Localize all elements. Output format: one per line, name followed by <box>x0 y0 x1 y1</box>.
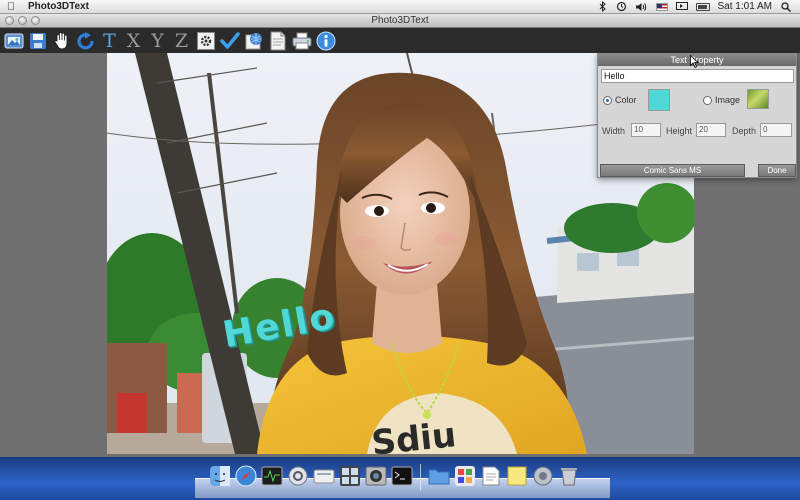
bluetooth-icon[interactable] <box>598 1 608 13</box>
printer-icon <box>292 32 311 49</box>
settings-button[interactable] <box>194 30 217 52</box>
battery-icon[interactable] <box>695 2 710 11</box>
app-store-icon[interactable] <box>453 464 477 488</box>
axis-z-button[interactable]: Z <box>170 30 193 52</box>
document-icon <box>270 31 285 50</box>
done-button[interactable]: Done <box>758 164 796 177</box>
input-source-flag-icon[interactable] <box>655 2 668 11</box>
color-radio-label: Color <box>615 95 637 105</box>
volume-icon[interactable] <box>635 1 648 13</box>
axis-x-button[interactable]: X <box>122 30 145 52</box>
activity-monitor-icon[interactable] <box>260 464 284 488</box>
image-radio-label: Image <box>715 95 741 105</box>
height-label: Height <box>666 126 693 136</box>
text-property-panel: Text Property Hello Color Image Width 10… <box>597 53 797 178</box>
dimensions-row: Width 10 Height 20 Depth 0 <box>602 123 794 137</box>
toolbar: T X Y Z <box>0 28 800 53</box>
color-radio[interactable] <box>603 96 612 105</box>
rotate-arrow-icon <box>76 31 94 49</box>
document-button[interactable] <box>266 30 289 52</box>
pan-tool-button[interactable] <box>50 30 73 52</box>
open-photo-icon <box>4 33 23 48</box>
photo-icon[interactable] <box>364 464 388 488</box>
mouse-cursor-icon <box>690 55 699 68</box>
depth-label: Depth <box>732 126 757 136</box>
stickies-icon[interactable] <box>505 464 529 488</box>
axis-y-button[interactable]: Y <box>146 30 169 52</box>
trash-icon[interactable] <box>557 464 581 488</box>
system-icon[interactable] <box>531 464 555 488</box>
open-photo-button[interactable] <box>2 30 25 52</box>
window-title: Photo3DText <box>371 15 429 26</box>
app-menu[interactable]: Photo3DText <box>22 1 95 12</box>
depth-field[interactable]: 0 <box>760 123 792 137</box>
exposé-icon[interactable] <box>338 464 362 488</box>
documents-folder-icon[interactable] <box>427 464 451 488</box>
width-label: Width <box>602 126 626 136</box>
window-title-bar[interactable]: Photo3DText <box>0 14 800 28</box>
network-icon[interactable] <box>286 464 310 488</box>
info-icon <box>316 31 335 50</box>
color-swatch[interactable] <box>648 89 670 111</box>
gear-icon <box>196 31 215 50</box>
apple-menu-icon[interactable]:  <box>0 1 22 13</box>
menu-clock[interactable]: Sat 1:01 AM <box>718 1 772 13</box>
display-mirror-icon[interactable] <box>675 1 688 13</box>
image-texture-thumbnail[interactable] <box>747 89 769 109</box>
apply-button[interactable] <box>218 30 241 52</box>
print-button[interactable] <box>290 30 313 52</box>
height-field[interactable]: 20 <box>696 123 726 137</box>
spotlight-icon[interactable] <box>780 1 792 13</box>
menu-bar:  Photo3DText Sat 1:01 AM <box>0 0 800 14</box>
globe-export-icon <box>245 32 262 49</box>
text-tool-button[interactable]: T <box>98 30 121 52</box>
safari-icon[interactable] <box>234 464 258 488</box>
dock <box>208 464 581 492</box>
finder-face-icon[interactable] <box>208 464 232 488</box>
time-machine-icon[interactable] <box>616 1 627 13</box>
info-button[interactable] <box>314 30 337 52</box>
terminal-icon[interactable] <box>390 464 414 488</box>
dock-separator <box>420 464 421 490</box>
text-input[interactable]: Hello <box>601 69 794 83</box>
width-field[interactable]: 10 <box>631 123 661 137</box>
app-icon[interactable] <box>312 464 336 488</box>
checkmark-icon <box>219 31 240 49</box>
rotate-button[interactable] <box>74 30 97 52</box>
hand-icon <box>53 31 67 49</box>
font-button[interactable]: Comic Sans MS <box>600 164 745 177</box>
menu-extras: Sat 1:01 AM <box>598 1 800 13</box>
floppy-disk-icon <box>29 32 46 49</box>
image-radio[interactable] <box>703 96 712 105</box>
fill-source-row: Color Image <box>602 89 792 116</box>
save-button[interactable] <box>26 30 49 52</box>
preview-icon[interactable] <box>479 464 503 488</box>
export-web-button[interactable] <box>242 30 265 52</box>
